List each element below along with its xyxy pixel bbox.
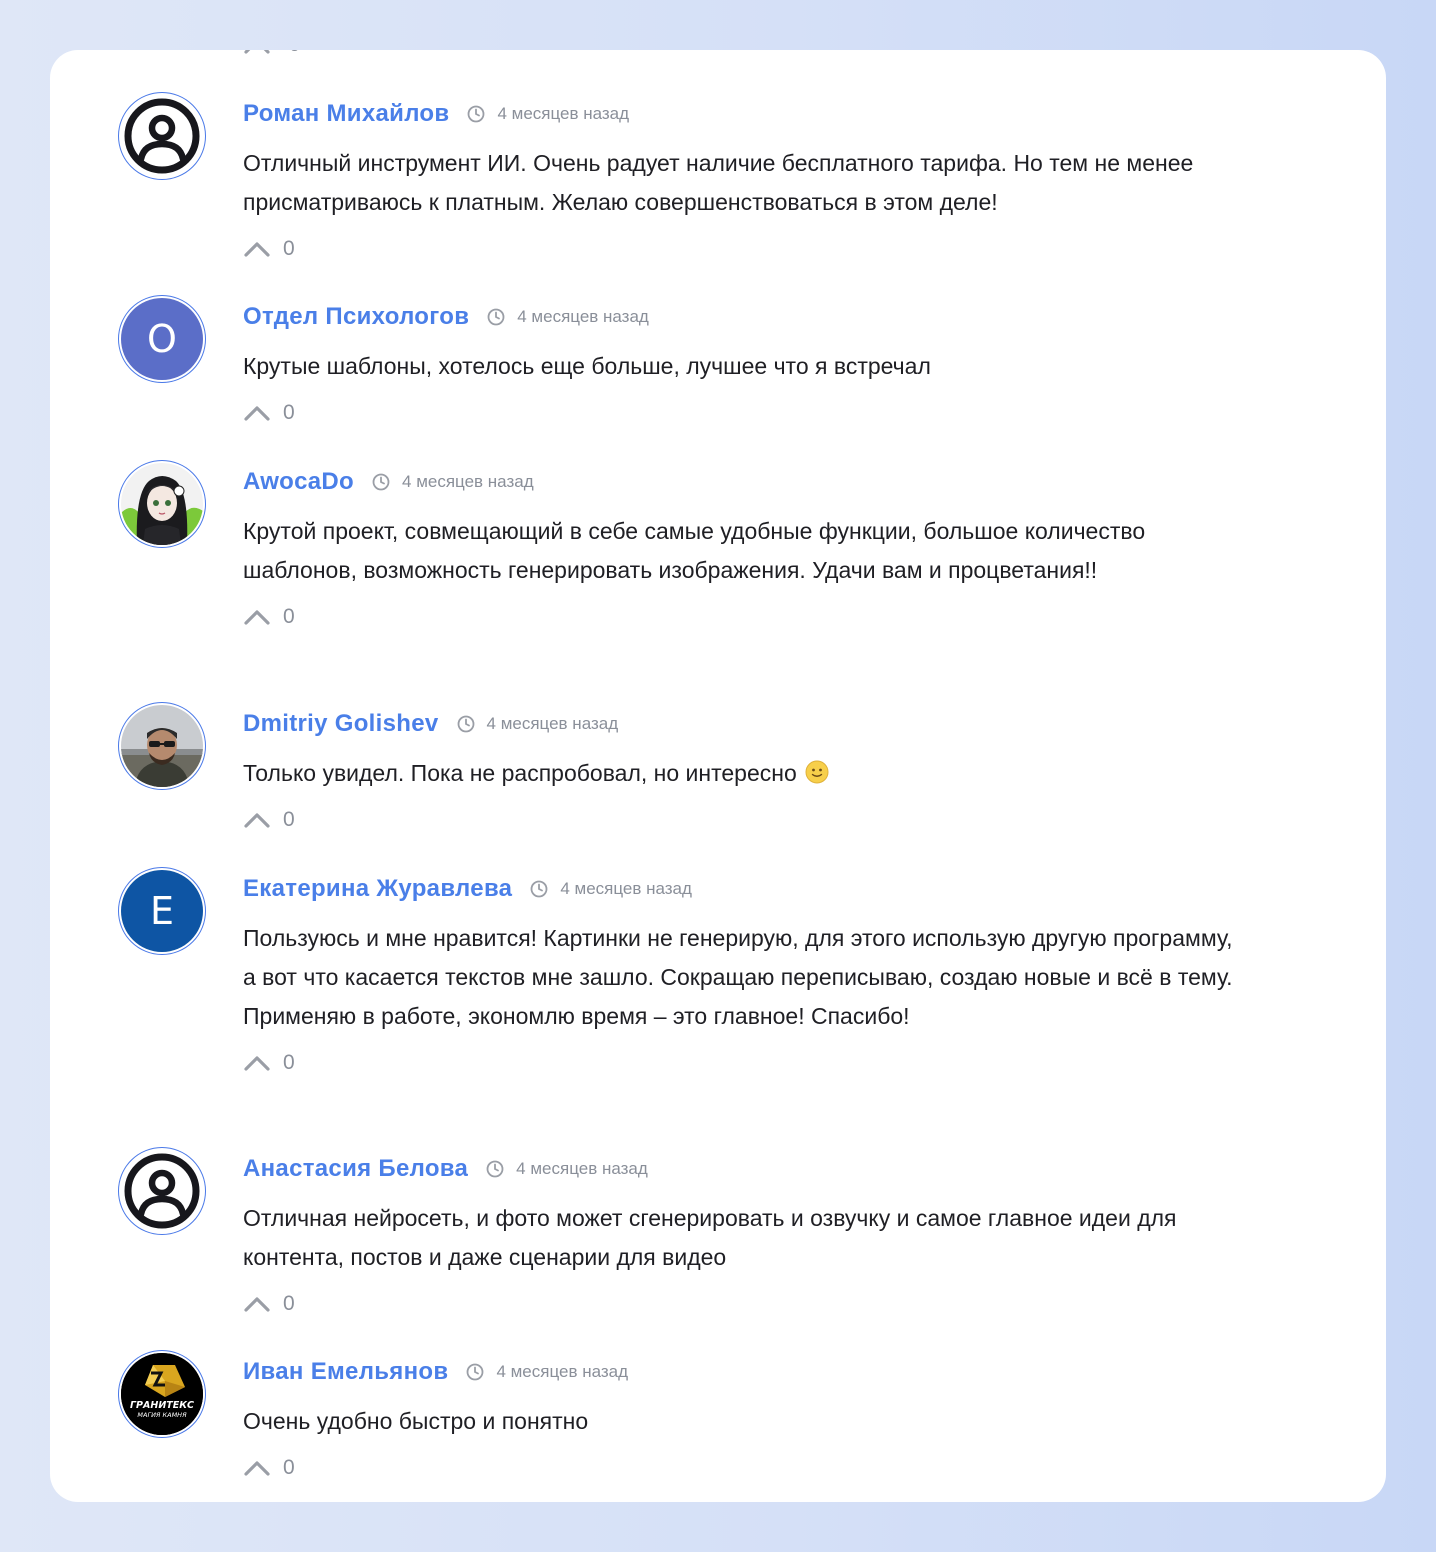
upvote-icon[interactable] (243, 50, 271, 55)
comment-text: Крутой проект, совмещающий в себе самые … (243, 518, 1146, 583)
slightly-smiling-face-icon (805, 760, 829, 784)
comment-time: 4 месяцев назад (466, 1362, 628, 1382)
upvote-button[interactable] (243, 1054, 271, 1072)
avatar[interactable] (118, 92, 206, 180)
upvote-icon[interactable] (243, 240, 271, 258)
upvote-icon[interactable] (243, 1459, 271, 1477)
clock-icon (467, 1363, 484, 1381)
vote-row: 0 (243, 1451, 1243, 1485)
comments-card: 0 Роман Михайлов 4 месяцев назад (50, 50, 1386, 1502)
comment-author[interactable]: Иван Емельянов (243, 1358, 448, 1386)
comment-time-text: 4 месяцев назад (560, 879, 692, 898)
logo-text-main: ГРАНИТЕКС (130, 1400, 194, 1411)
comment-time: 4 месяцев назад (457, 714, 619, 734)
vote-count: 0 (283, 237, 295, 260)
comment-text: Пользуюсь и мне нравится! Картинки не ге… (243, 925, 1233, 1029)
comment-text: Только увидел. Пока не распробовал, но и… (243, 754, 1243, 793)
upvote-icon[interactable] (243, 1295, 271, 1313)
upvote-icon[interactable] (243, 811, 271, 829)
clock-icon (372, 473, 390, 491)
vote-count: 0 (283, 605, 295, 628)
clock-icon (468, 105, 485, 123)
comment-time-text: 4 месяцев назад (402, 472, 534, 491)
avatar[interactable] (118, 702, 206, 790)
upvote-button[interactable] (243, 1295, 271, 1313)
vote-row: 0 (243, 1046, 1243, 1080)
avatar-letter-circle: О (121, 298, 203, 380)
comment-text: Крутые шаблоны, хотелось еще больше, луч… (243, 353, 931, 379)
vote-row: 0 (243, 600, 1243, 634)
avatar[interactable] (118, 460, 206, 548)
upvote-icon[interactable] (243, 404, 271, 422)
comment-author[interactable]: AwocaDo (243, 468, 354, 496)
comment-text: Очень удобно быстро и понятно (243, 1408, 589, 1434)
clock-icon (457, 715, 474, 733)
comment-author[interactable]: Роман Михайлов (243, 100, 449, 128)
vote-count: 0 (283, 1456, 295, 1479)
clock-icon (530, 880, 548, 898)
clock-icon (487, 308, 505, 326)
comment-time: 4 месяцев назад (467, 104, 629, 124)
comment-time: 4 месяцев назад (530, 879, 692, 899)
avatar-letter: О (147, 317, 177, 361)
comment-text: Отличный инструмент ИИ. Очень радует нал… (243, 150, 1194, 215)
comment-time-text: 4 месяцев назад (496, 1362, 629, 1381)
upvote-button[interactable] (243, 811, 271, 829)
comment-author[interactable]: Анастасия Белова (243, 1155, 468, 1183)
default-user-icon (121, 1150, 203, 1232)
granitex-logo: ГРАНИТЕКС МАГИЯ КАМНЯ (121, 1353, 203, 1435)
comment-time-text: 4 месяцев назад (517, 307, 649, 326)
avatar[interactable]: ГРАНИТЕКС МАГИЯ КАМНЯ (118, 1350, 206, 1438)
comment-time: 4 месяцев назад (372, 472, 534, 492)
comment-time: 4 месяцев назад (487, 307, 649, 327)
avatar-letter: Е (149, 889, 174, 933)
upvote-button[interactable] (243, 608, 271, 626)
upvote-button[interactable] (243, 1459, 271, 1477)
avatar[interactable] (118, 1147, 206, 1235)
previous-vote-row: 0 (243, 50, 300, 57)
vote-count: 0 (283, 1292, 295, 1315)
vote-row: 0 (243, 803, 1243, 837)
clock-icon (486, 1160, 504, 1178)
vote-count: 0 (283, 401, 295, 424)
logo-text-sub: МАГИЯ КАМНЯ (137, 1411, 187, 1419)
avatar[interactable]: Е (118, 867, 206, 955)
vote-row: 0 (243, 1287, 1243, 1321)
upvote-button[interactable] (243, 240, 271, 258)
man-photo (121, 705, 203, 787)
anime-girl-photo (121, 463, 203, 545)
comment-author[interactable]: Dmitriy Golishev (243, 710, 439, 738)
vote-count: 0 (283, 1051, 295, 1074)
avatar[interactable]: О (118, 295, 206, 383)
comment-text-body: Только увидел. Пока не распробовал, но и… (243, 760, 797, 786)
vote-count: 0 (289, 50, 300, 57)
vote-count: 0 (283, 808, 295, 831)
comment-author[interactable]: Отдел Психологов (243, 303, 469, 331)
comment-time-text: 4 месяцев назад (516, 1159, 648, 1178)
comment-author[interactable]: Екатерина Журавлева (243, 875, 512, 903)
default-user-icon (121, 95, 203, 177)
vote-row: 0 (243, 232, 1243, 266)
avatar-letter-circle: Е (121, 870, 203, 952)
upvote-button[interactable] (243, 404, 271, 422)
upvote-icon[interactable] (243, 608, 271, 626)
vote-row: 0 (243, 396, 1243, 430)
upvote-icon[interactable] (243, 1054, 271, 1072)
comment-time: 4 месяцев назад (486, 1159, 648, 1179)
comment-time-text: 4 месяцев назад (486, 714, 619, 733)
comment-text: Отличная нейросеть, и фото может сгенери… (243, 1205, 1177, 1270)
comment-time-text: 4 месяцев назад (497, 104, 630, 123)
